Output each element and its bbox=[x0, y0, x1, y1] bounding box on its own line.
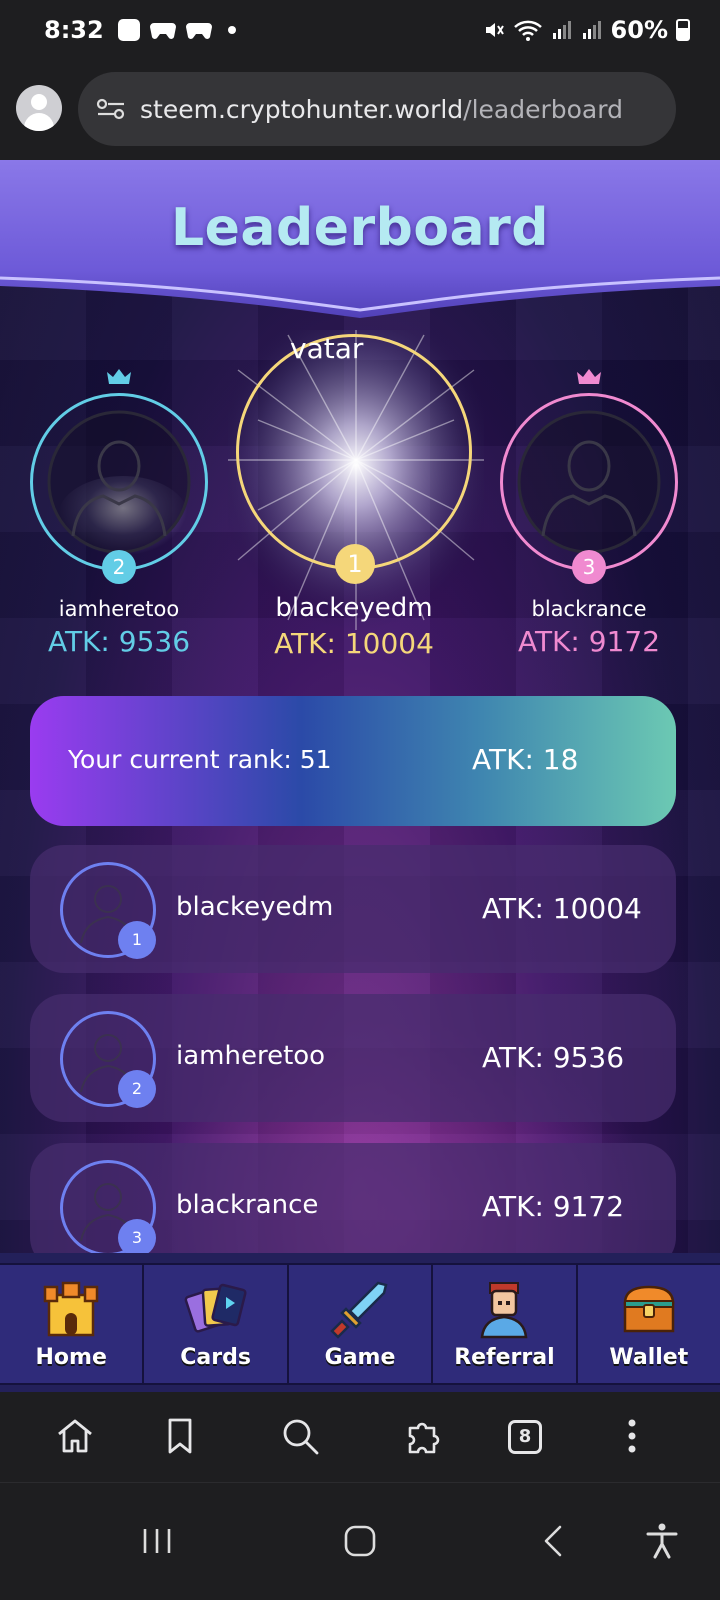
nav-label: Home bbox=[35, 1345, 107, 1370]
browser-address-bar: steem.cryptohunter.world/leaderboard bbox=[0, 60, 720, 160]
bookmark-icon[interactable] bbox=[160, 1416, 200, 1456]
broken-avatar-alt-text: vatar bbox=[290, 332, 364, 365]
podium-name: blackrance bbox=[531, 597, 647, 621]
gallery-notification-icon bbox=[117, 19, 140, 41]
nav-label: Game bbox=[324, 1345, 396, 1370]
avatar-placeholder-icon bbox=[47, 410, 191, 554]
gamepad-notification-icon-2 bbox=[185, 23, 212, 39]
rank-badge: 3 bbox=[572, 550, 606, 584]
battery-percent: 60% bbox=[610, 16, 668, 44]
nav-label: Wallet bbox=[609, 1345, 689, 1370]
crown-icon bbox=[107, 369, 131, 384]
avatar-placeholder-icon bbox=[517, 410, 661, 554]
podium-atk: ATK: 10004 bbox=[274, 627, 434, 660]
leaderboard-row[interactable]: 1 blackeyedm ATK: 10004 bbox=[30, 845, 676, 973]
podium-name: blackeyedm bbox=[275, 593, 433, 623]
back-icon[interactable] bbox=[534, 1521, 574, 1561]
row-atk: ATK: 9172 bbox=[482, 1190, 625, 1223]
home-nav-icon[interactable] bbox=[340, 1521, 380, 1561]
nav-tab-home[interactable]: Home bbox=[0, 1265, 145, 1383]
more-notifications-dot bbox=[227, 26, 236, 34]
url-host: steem.cryptohunter.world bbox=[140, 94, 464, 124]
person-icon bbox=[481, 1282, 528, 1339]
battery-icon bbox=[676, 19, 690, 41]
leaderboard-page: Leaderboard 2 iamheretoo ATK: 9536 vatar… bbox=[0, 160, 720, 1392]
podium-atk: ATK: 9172 bbox=[517, 625, 661, 658]
podium-atk: ATK: 9536 bbox=[47, 625, 191, 658]
page-title: Leaderboard bbox=[170, 198, 550, 258]
sword-icon bbox=[330, 1281, 388, 1339]
rank-badge: 3 bbox=[118, 1219, 156, 1257]
nav-tab-cards[interactable]: Cards bbox=[144, 1265, 289, 1383]
site-settings-icon[interactable] bbox=[96, 98, 126, 120]
rank-badge: 1 bbox=[118, 921, 156, 959]
accessibility-icon[interactable] bbox=[642, 1521, 682, 1561]
nav-label: Referral bbox=[454, 1345, 555, 1370]
nav-label: Cards bbox=[180, 1345, 251, 1370]
status-time: 8:32 bbox=[44, 16, 104, 44]
tab-switcher-button[interactable]: 8 bbox=[508, 1420, 542, 1454]
home-icon[interactable] bbox=[55, 1416, 95, 1456]
system-navigation-bar bbox=[0, 1482, 720, 1600]
wifi-icon bbox=[513, 20, 542, 41]
mute-icon bbox=[485, 23, 504, 37]
tab-count: 8 bbox=[518, 1426, 532, 1447]
crown-icon bbox=[577, 369, 601, 384]
row-atk: ATK: 9536 bbox=[482, 1041, 625, 1074]
podium-name: iamheretoo bbox=[58, 597, 180, 621]
signal-icon bbox=[552, 21, 571, 39]
extensions-puzzle-icon[interactable] bbox=[404, 1416, 444, 1456]
browser-toolbar: 8 bbox=[0, 1392, 720, 1482]
leaderboard-row[interactable]: 3 blackrance ATK: 9172 bbox=[30, 1143, 676, 1271]
current-rank-label: Your current rank: 51 bbox=[68, 745, 332, 774]
leaderboard-row[interactable]: 2 iamheretoo ATK: 9536 bbox=[30, 994, 676, 1122]
rank-badge: 2 bbox=[118, 1070, 156, 1108]
gamepad-notification-icon bbox=[149, 23, 176, 39]
nav-tab-game[interactable]: Game bbox=[289, 1265, 434, 1383]
row-username: blackrance bbox=[176, 1190, 319, 1220]
castle-icon bbox=[43, 1281, 99, 1337]
more-menu-icon[interactable] bbox=[612, 1416, 652, 1456]
current-rank-card: Your current rank: 51 ATK: 18 bbox=[30, 696, 676, 826]
signal-icon-2 bbox=[582, 21, 601, 39]
status-bar: 8:32 60% bbox=[0, 0, 720, 60]
recents-icon[interactable] bbox=[137, 1521, 177, 1561]
profile-avatar-button[interactable] bbox=[16, 85, 62, 131]
treasure-chest-icon bbox=[623, 1285, 675, 1333]
row-username: iamheretoo bbox=[176, 1041, 326, 1071]
search-icon[interactable] bbox=[280, 1416, 320, 1456]
current-rank-atk: ATK: 18 bbox=[472, 743, 579, 776]
nav-tab-referral[interactable]: Referral bbox=[433, 1265, 578, 1383]
game-bottom-nav: Home Cards Game Referral Wallet bbox=[0, 1253, 720, 1392]
url-field[interactable]: steem.cryptohunter.world/leaderboard bbox=[78, 72, 676, 146]
rank-badge: 2 bbox=[102, 550, 136, 584]
avatar-ring bbox=[236, 334, 472, 570]
url-path: /leaderboard bbox=[463, 94, 623, 124]
row-atk: ATK: 10004 bbox=[482, 892, 642, 925]
nav-tab-wallet[interactable]: Wallet bbox=[578, 1265, 720, 1383]
row-username: blackeyedm bbox=[176, 892, 334, 922]
cards-icon bbox=[184, 1283, 247, 1333]
rank-badge: 1 bbox=[335, 544, 375, 584]
